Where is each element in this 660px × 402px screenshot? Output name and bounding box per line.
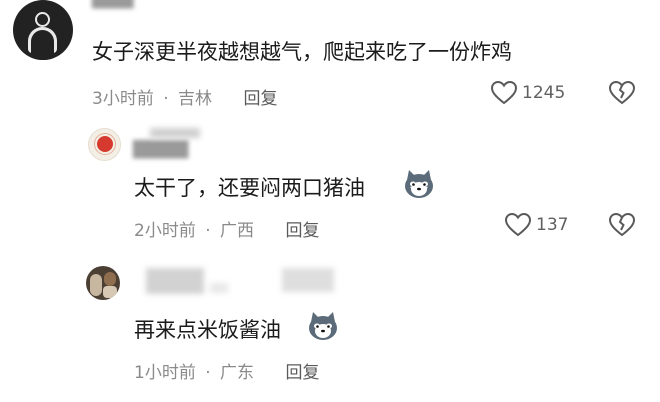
location: 吉林 <box>178 89 213 109</box>
location: 广西 <box>220 221 255 241</box>
broken-heart-icon[interactable] <box>609 81 635 105</box>
blur-patch <box>210 283 228 293</box>
reply-button[interactable]: 回复 <box>285 221 319 241</box>
separator: · <box>205 221 211 241</box>
timestamp: 2小时前 <box>134 221 196 241</box>
reply-button[interactable]: 回复 <box>243 89 277 109</box>
husky-dog-emoji-icon <box>306 310 340 342</box>
reply-button[interactable]: 回复 <box>285 363 319 383</box>
broken-heart-icon[interactable] <box>609 213 635 237</box>
username-blurred <box>150 128 200 138</box>
username-blurred <box>282 268 334 292</box>
heart-outline-icon[interactable] <box>491 81 517 105</box>
comment-meta: 1小时前 · 广东 回复 <box>134 358 319 383</box>
timestamp: 1小时前 <box>134 363 196 383</box>
location: 广东 <box>220 363 255 383</box>
like-count: 1245 <box>522 83 566 103</box>
avatar[interactable] <box>86 266 120 300</box>
comment-text: 女子深更半夜越想越气，爬起来吃了一份炸鸡 <box>92 40 512 64</box>
comment-text: 再来点米饭酱油 <box>134 318 281 342</box>
timestamp: 3小时前 <box>92 89 154 109</box>
heart-outline-icon[interactable] <box>505 213 531 237</box>
avatar[interactable] <box>13 0 73 60</box>
username-blurred[interactable] <box>146 268 204 294</box>
comment-text: 太干了，还要闷两口猪油 <box>134 176 365 200</box>
avatar[interactable] <box>88 128 121 161</box>
comment-meta: 2小时前 · 广西 回复 <box>134 216 319 241</box>
like-count: 137 <box>536 215 569 235</box>
separator: · <box>163 89 169 109</box>
separator: · <box>205 363 211 383</box>
husky-dog-emoji-icon <box>402 168 436 200</box>
username-blurred[interactable]: ▇▇▇▇ <box>133 138 188 159</box>
username-blurred[interactable]: ▇▇▇ <box>92 0 134 9</box>
comment-meta: 3小时前 · 吉林 回复 <box>92 84 277 109</box>
